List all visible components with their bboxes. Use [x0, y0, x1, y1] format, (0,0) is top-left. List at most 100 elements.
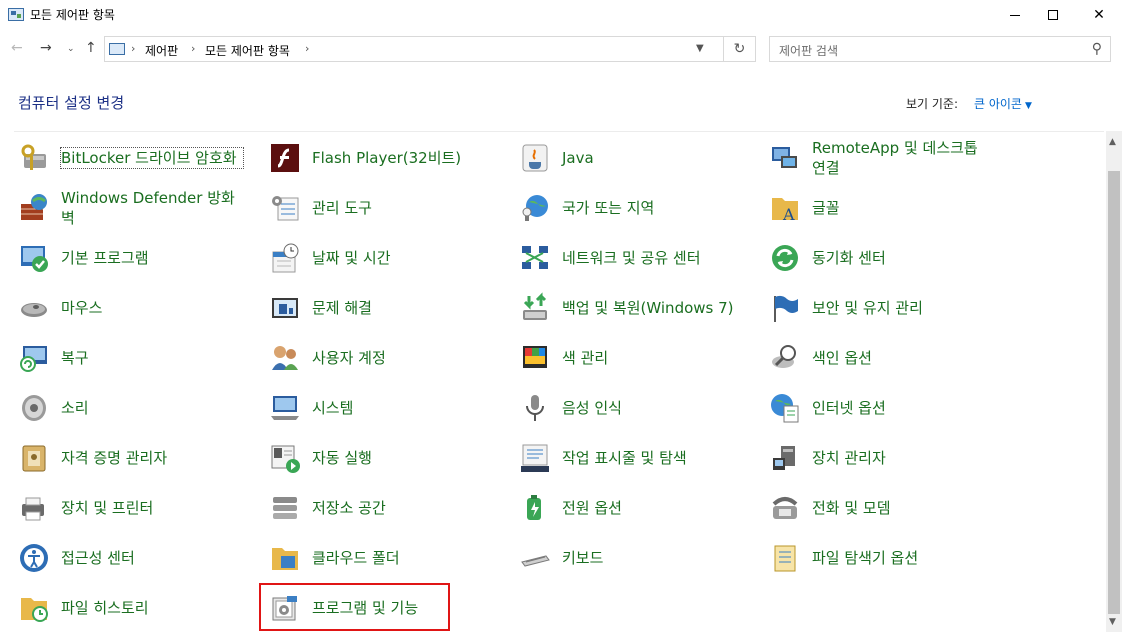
backup-icon: [519, 292, 551, 324]
control-panel-item[interactable]: 마우스: [14, 284, 254, 332]
search-input[interactable]: 제어판 검색 ⚲: [769, 36, 1111, 62]
view-by-label: 보기 기준:: [906, 97, 959, 111]
control-panel-item[interactable]: 백업 및 복원(Windows 7): [515, 284, 755, 332]
control-panel-item[interactable]: 문제 해결: [265, 284, 505, 332]
recovery-icon: [18, 342, 50, 374]
control-panel-item[interactable]: 작업 표시줄 및 탐색: [515, 434, 755, 482]
search-icon[interactable]: ⚲: [1092, 41, 1102, 57]
control-panel-item[interactable]: 파일 히스토리: [14, 584, 254, 632]
control-panel-item[interactable]: 전화 및 모뎀: [765, 484, 1005, 532]
control-panel-item[interactable]: 복구: [14, 334, 254, 382]
item-label: 시스템: [312, 399, 354, 417]
fonts-icon: A: [769, 192, 801, 224]
address-bar[interactable]: › 제어판 › 모든 제어판 항목 ›: [104, 36, 724, 62]
taskbar-icon: [519, 442, 551, 474]
control-panel-item[interactable]: A 글꼴: [765, 184, 1005, 232]
scroll-up-icon[interactable]: ▲: [1109, 137, 1116, 147]
date-time-icon: [269, 242, 301, 274]
control-panel-item[interactable]: 네트워크 및 공유 센터: [515, 234, 755, 282]
item-label: 장치 관리자: [812, 449, 886, 467]
control-panel-icon: [109, 43, 125, 55]
control-panel-item[interactable]: 키보드: [515, 534, 755, 582]
control-panel-item[interactable]: 음성 인식: [515, 384, 755, 432]
item-label: 보안 및 유지 관리: [812, 299, 923, 317]
control-panel-item[interactable]: 전원 옵션: [515, 484, 755, 532]
control-panel-item[interactable]: BitLocker 드라이브 암호화: [14, 134, 254, 182]
control-panel-item[interactable]: 저장소 공간: [265, 484, 505, 532]
control-panel-item[interactable]: 소리: [14, 384, 254, 432]
item-label: Flash Player(32비트): [312, 149, 462, 167]
user-accounts-icon: [269, 342, 301, 374]
control-panel-item[interactable]: 파일 탐색기 옵션: [765, 534, 1005, 582]
breadcrumb-separator-icon[interactable]: ›: [305, 42, 309, 55]
control-panel-item[interactable]: 자격 증명 관리자: [14, 434, 254, 482]
control-panel-item[interactable]: 장치 및 프린터: [14, 484, 254, 532]
vertical-scrollbar[interactable]: ▲ ▼: [1106, 131, 1122, 632]
control-panel-item[interactable]: 날짜 및 시간: [265, 234, 505, 282]
cloud-folder-icon: [269, 542, 301, 574]
maximize-button[interactable]: [1030, 0, 1076, 30]
control-panel-item[interactable]: 장치 관리자: [765, 434, 1005, 482]
item-label: 작업 표시줄 및 탐색: [562, 449, 687, 467]
folder-options-icon: [769, 542, 801, 574]
item-label: 날짜 및 시간: [312, 249, 391, 267]
control-panel-item[interactable]: 클라우드 폴더: [265, 534, 505, 582]
item-label: 동기화 센터: [812, 249, 886, 267]
control-panel-item[interactable]: 색인 옵션: [765, 334, 1005, 382]
control-panel-item[interactable]: 국가 또는 지역: [515, 184, 755, 232]
back-button[interactable]: ←: [11, 40, 23, 56]
refresh-icon: ↻: [733, 41, 746, 57]
divider: [14, 131, 1104, 132]
sync-center-icon: [769, 242, 801, 274]
maximize-icon: [1048, 10, 1058, 20]
scroll-down-icon[interactable]: ▼: [1109, 617, 1116, 627]
item-label: 접근성 센터: [61, 549, 135, 567]
scrollbar-thumb[interactable]: [1108, 171, 1120, 614]
autoplay-icon: [269, 442, 301, 474]
breadcrumb-control-panel[interactable]: 제어판: [145, 42, 178, 59]
breadcrumb-separator-icon[interactable]: ›: [131, 42, 135, 55]
control-panel-item[interactable]: 보안 및 유지 관리: [765, 284, 1005, 332]
close-button[interactable]: ✕: [1076, 0, 1122, 30]
item-label: BitLocker 드라이브 암호화: [60, 147, 244, 169]
sound-icon: [18, 392, 50, 424]
breadcrumb-separator-icon[interactable]: ›: [191, 42, 195, 55]
item-label: 백업 및 복원(Windows 7): [562, 299, 734, 317]
control-panel-item[interactable]: 접근성 센터: [14, 534, 254, 582]
indexing-icon: [769, 342, 801, 374]
highlight-box: [259, 583, 450, 631]
breadcrumb-all-items[interactable]: 모든 제어판 항목: [205, 42, 290, 59]
refresh-button[interactable]: ↻: [724, 36, 756, 62]
file-history-icon: [18, 592, 50, 624]
control-panel-item[interactable]: 동기화 센터: [765, 234, 1005, 282]
item-label: 소리: [61, 399, 89, 417]
control-panel-item[interactable]: RemoteApp 및 데스크톱 연결: [765, 134, 1005, 182]
control-panel-item[interactable]: 관리 도구: [265, 184, 505, 232]
item-label: 국가 또는 지역: [562, 199, 655, 217]
control-panel-item[interactable]: Windows Defender 방화벽: [14, 184, 254, 232]
control-panel-item[interactable]: 색 관리: [515, 334, 755, 382]
chevron-down-icon: ▼: [1024, 101, 1032, 111]
item-label: 전원 옵션: [562, 499, 622, 517]
control-panel-item[interactable]: 인터넷 옵션: [765, 384, 1005, 432]
item-label: 자격 증명 관리자: [61, 449, 168, 467]
phone-modem-icon: [769, 492, 801, 524]
item-label: 색인 옵션: [812, 349, 872, 367]
control-panel-item[interactable]: Flash Player(32비트): [265, 134, 505, 182]
mouse-icon: [18, 292, 50, 324]
control-panel-item[interactable]: 사용자 계정: [265, 334, 505, 382]
up-button[interactable]: ↑: [85, 40, 97, 56]
view-by-value: 큰 아이콘: [974, 97, 1022, 111]
svg-text:A: A: [782, 205, 795, 224]
forward-button[interactable]: →: [40, 40, 52, 56]
control-panel-item[interactable]: 시스템: [265, 384, 505, 432]
recent-locations-button[interactable]: ⌄: [67, 44, 75, 54]
item-label: 장치 및 프린터: [61, 499, 154, 517]
address-dropdown-icon[interactable]: ▼: [696, 43, 704, 54]
control-panel-item[interactable]: Java: [515, 134, 755, 182]
control-panel-item[interactable]: 자동 실행: [265, 434, 505, 482]
window-title: 모든 제어판 항목: [30, 8, 115, 22]
view-by-dropdown[interactable]: 큰 아이콘 ▼: [974, 95, 1032, 112]
control-panel-item[interactable]: 기본 프로그램: [14, 234, 254, 282]
speech-icon: [519, 392, 551, 424]
